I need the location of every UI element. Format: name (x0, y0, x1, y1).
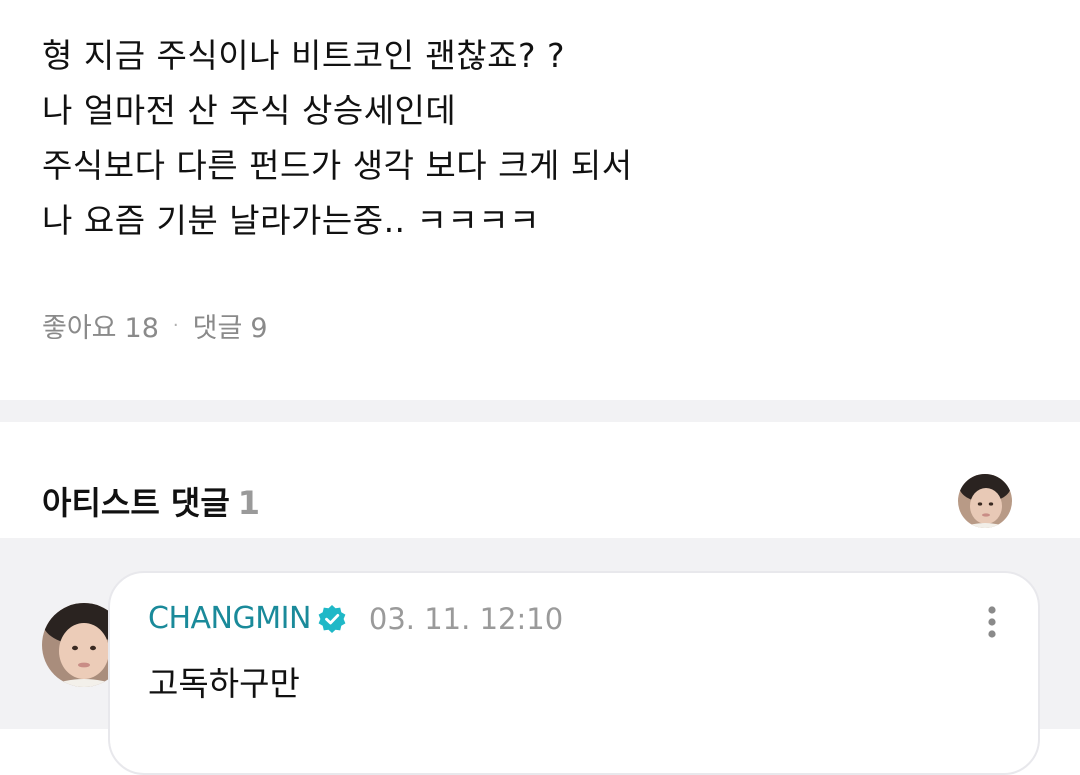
comment-header: CHANGMIN 03. 11. 12:10 (148, 601, 563, 636)
post-line: 나 얼마전 산 주식 상승세인데 (42, 91, 457, 130)
comment-card: CHANGMIN 03. 11. 12:10 고독하구만 (108, 571, 1040, 775)
post-line: 나 요즘 기분 날라가는중.. ㅋㅋㅋㅋ (42, 201, 540, 240)
comment-author-name[interactable]: CHANGMIN (148, 601, 311, 636)
likes-label: 좋아요 (42, 313, 117, 344)
section-divider (0, 400, 1080, 422)
comments-count: 9 (250, 313, 268, 344)
artist-comments-header: 아티스트 댓글 1 (0, 422, 1080, 538)
artist-comments-title-text: 아티스트 댓글 (42, 484, 230, 522)
artist-profile-avatar[interactable] (958, 474, 1012, 528)
post-line: 주식보다 다른 펀드가 생각 보다 크게 되서 (42, 146, 633, 185)
comment-text: 고독하구만 (148, 664, 300, 703)
likes-button[interactable]: 좋아요 18 (42, 306, 159, 345)
verified-badge-icon (317, 604, 347, 634)
comments-label: 댓글 (192, 313, 243, 344)
meta-separator: · (172, 315, 179, 336)
more-vertical-icon[interactable] (982, 603, 1002, 643)
comment-area: CHANGMIN 03. 11. 12:10 고독하구만 (0, 538, 1080, 775)
post-meta: 좋아요 18 · 댓글 9 (42, 306, 268, 345)
artist-comments-count: 1 (237, 484, 261, 522)
post-line: 형 지금 주식이나 비트코인 괜찮죠? ? (42, 36, 566, 75)
artist-comments-title: 아티스트 댓글 1 (42, 478, 260, 524)
comment-timestamp: 03. 11. 12:10 (368, 601, 564, 636)
comments-button[interactable]: 댓글 9 (193, 306, 268, 345)
avatar-photo-icon (958, 474, 1012, 528)
post: 형 지금 주식이나 비트코인 괜찮죠? ? 나 얼마전 산 주식 상승세인데 주… (0, 0, 1080, 400)
likes-count: 18 (124, 313, 159, 344)
post-body: 형 지금 주식이나 비트코인 괜찮죠? ? 나 얼마전 산 주식 상승세인데 주… (42, 28, 1042, 248)
